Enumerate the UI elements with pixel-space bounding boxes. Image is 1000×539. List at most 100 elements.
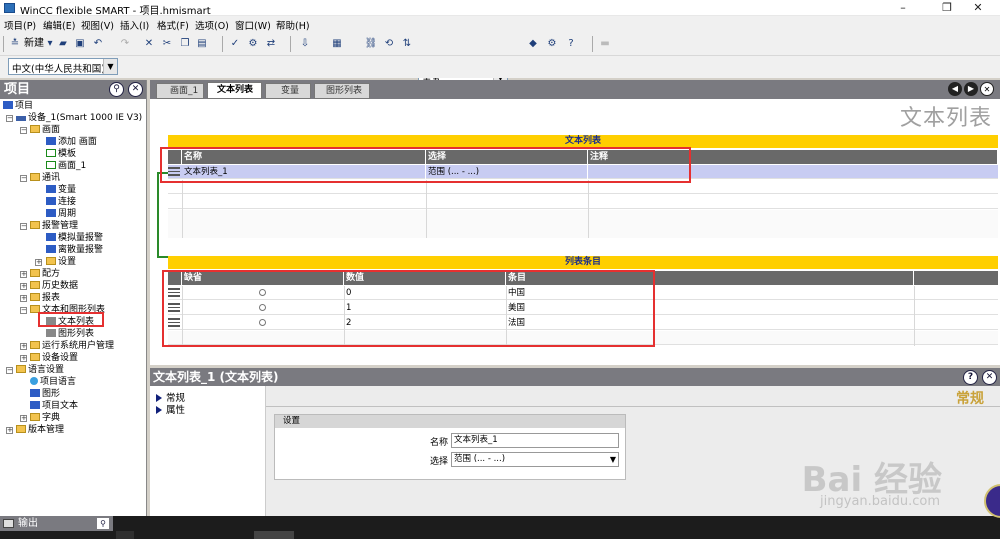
tree-item-runtime-user-admin[interactable]: 运行系统用户管理	[30, 340, 114, 352]
download-icon[interactable]: ⇩	[298, 36, 312, 52]
tree-item-communication[interactable]: 通讯	[30, 172, 60, 184]
new-button[interactable]: 新建	[23, 36, 45, 52]
tree-item-dictionary[interactable]: 字典	[30, 412, 60, 424]
undo-icon[interactable]: ↶	[91, 36, 105, 52]
expand-icon[interactable]: +	[20, 343, 27, 350]
tree-item-version-management[interactable]: 版本管理	[16, 424, 64, 436]
collapse-icon[interactable]: −	[6, 367, 13, 374]
new-dropdown-icon[interactable]: ▾	[46, 36, 54, 52]
help-icon[interactable]: ?	[963, 370, 978, 385]
tree-item-alarm-management[interactable]: 报警管理	[30, 220, 78, 232]
collapse-icon[interactable]: −	[6, 115, 13, 122]
expand-icon[interactable]: +	[6, 427, 13, 434]
expand-icon[interactable]: +	[35, 259, 42, 266]
chevron-down-icon[interactable]: ▼	[610, 453, 616, 466]
language-combo[interactable]: 中文(中华人民共和国) ▼	[8, 58, 118, 75]
taskbar-item[interactable]	[254, 531, 294, 539]
maximize-button[interactable]: ❐	[932, 0, 962, 16]
save-icon[interactable]: ▣	[73, 36, 87, 52]
tree-item-device-settings[interactable]: 设备设置	[30, 352, 78, 364]
nav-properties[interactable]: 属性	[156, 402, 185, 416]
pin-icon[interactable]: ⚲	[97, 518, 109, 529]
tree-item-project-languages[interactable]: 项目语言	[30, 376, 76, 388]
collapse-icon[interactable]: −	[20, 127, 27, 134]
output-tab[interactable]: 输出 ⚲	[0, 516, 113, 531]
pin-icon[interactable]: ⚲	[109, 82, 124, 97]
tree-item-project-texts[interactable]: 项目文本	[30, 400, 78, 412]
tab-graphic-list[interactable]: 图形列表	[314, 83, 370, 99]
tree-item-cycles[interactable]: 周期	[46, 208, 76, 220]
previous-tab-icon[interactable]: ◀	[948, 82, 962, 96]
tree-item-device[interactable]: 设备_1(Smart 1000 IE V3)	[16, 112, 142, 124]
replace-icon[interactable]: ⟲	[382, 36, 396, 52]
tree-item-tags[interactable]: 变量	[46, 184, 76, 196]
cut-icon[interactable]: ✂	[160, 36, 174, 52]
stack-icon[interactable]: ▦	[330, 36, 344, 52]
name-field[interactable]: 文本列表_1	[451, 433, 619, 448]
find-icon[interactable]: ⛓	[364, 36, 378, 52]
close-panel-icon[interactable]: ✕	[982, 370, 997, 385]
help-icon[interactable]: ?	[564, 36, 578, 52]
tab-text-list[interactable]: 文本列表	[207, 82, 262, 99]
tree-item-reports[interactable]: 报表	[30, 292, 60, 304]
menu-format[interactable]: 格式(F)	[157, 18, 189, 32]
tree-item-analog-alarms[interactable]: 模拟量报警	[46, 232, 103, 244]
tree-item-discrete-alarms[interactable]: 离散量报警	[46, 244, 103, 256]
next-tab-icon[interactable]: ▶	[964, 82, 978, 96]
transfer-icon[interactable]: ⇄	[264, 36, 278, 52]
chevron-down-icon[interactable]: ▼	[103, 59, 117, 74]
tree-item-alarm-settings[interactable]: 设置	[46, 256, 76, 268]
expand-icon[interactable]: +	[20, 271, 27, 278]
redo-icon[interactable]: ↷	[118, 36, 132, 52]
taskbar-item[interactable]	[116, 531, 134, 539]
tree-item-screen-1[interactable]: 画面_1	[46, 160, 86, 172]
tree-item-project[interactable]: 项目	[3, 100, 33, 112]
menu-edit[interactable]: 编辑(E)	[43, 18, 75, 32]
compile-icon[interactable]: ⚙	[246, 36, 260, 52]
collapse-icon[interactable]: −	[20, 307, 27, 314]
menu-options[interactable]: 选项(O)	[195, 18, 229, 32]
tab-screen-1[interactable]: 画面_1	[156, 83, 204, 99]
close-button[interactable]: ✕	[963, 0, 993, 16]
paste-icon[interactable]: ▤	[195, 36, 209, 52]
expand-icon[interactable]: +	[20, 415, 27, 422]
select-dropdown[interactable]: 范围 (... - ...) ▼	[451, 452, 619, 467]
tree-item-language-settings[interactable]: 语言设置	[16, 364, 64, 376]
close-editor-icon[interactable]: ✕	[980, 82, 994, 96]
close-panel-icon[interactable]: ✕	[128, 82, 143, 97]
tree-item-historical-data[interactable]: 历史数据	[30, 280, 78, 292]
watermark-url: jingyan.baidu.com	[820, 494, 940, 509]
minimize-button[interactable]: –	[888, 0, 918, 16]
tree-item-screens[interactable]: 画面	[30, 124, 60, 136]
tree-item-template[interactable]: 模板	[46, 148, 76, 160]
tree-item-recipes[interactable]: 配方	[30, 268, 60, 280]
title-bar: WinCC flexible SMART - 项目.hmismart – ❐ ✕	[0, 0, 1000, 17]
menu-insert[interactable]: 插入(I)	[120, 18, 149, 32]
tab-tags[interactable]: 变量	[265, 83, 311, 99]
expand-icon[interactable]: +	[20, 283, 27, 290]
expand-icon[interactable]: +	[20, 355, 27, 362]
highlight-box	[160, 147, 691, 183]
style-icon[interactable]: ◆	[526, 36, 540, 52]
menu-window[interactable]: 窗口(W)	[235, 18, 271, 32]
tree-item-add-screen[interactable]: 添加 画面	[46, 136, 97, 148]
tree-item-graphic-list[interactable]: 图形列表	[46, 328, 94, 340]
open-icon[interactable]: ▰	[56, 36, 70, 52]
menu-project[interactable]: 项目(P)	[4, 18, 36, 32]
find-next-icon[interactable]: ⇅	[400, 36, 414, 52]
check-icon[interactable]: ✓	[228, 36, 242, 52]
tree-item-connections[interactable]: 连接	[46, 196, 76, 208]
new-icon[interactable]: ≛	[8, 36, 22, 52]
collapse-icon[interactable]: −	[20, 223, 27, 230]
layout-icon[interactable]: ▬	[598, 36, 612, 52]
tab-label: 图形列表	[326, 86, 363, 96]
delete-icon[interactable]: ✕	[142, 36, 156, 52]
menu-help[interactable]: 帮助(H)	[276, 18, 310, 32]
copy-icon[interactable]: ❐	[178, 36, 192, 52]
menu-view[interactable]: 视图(V)	[81, 18, 114, 32]
collapse-icon[interactable]: −	[20, 175, 27, 182]
tree-item-graphics[interactable]: 图形	[30, 388, 60, 400]
settings-icon[interactable]: ⚙	[545, 36, 559, 52]
grid-line	[426, 180, 427, 238]
expand-icon[interactable]: +	[20, 295, 27, 302]
